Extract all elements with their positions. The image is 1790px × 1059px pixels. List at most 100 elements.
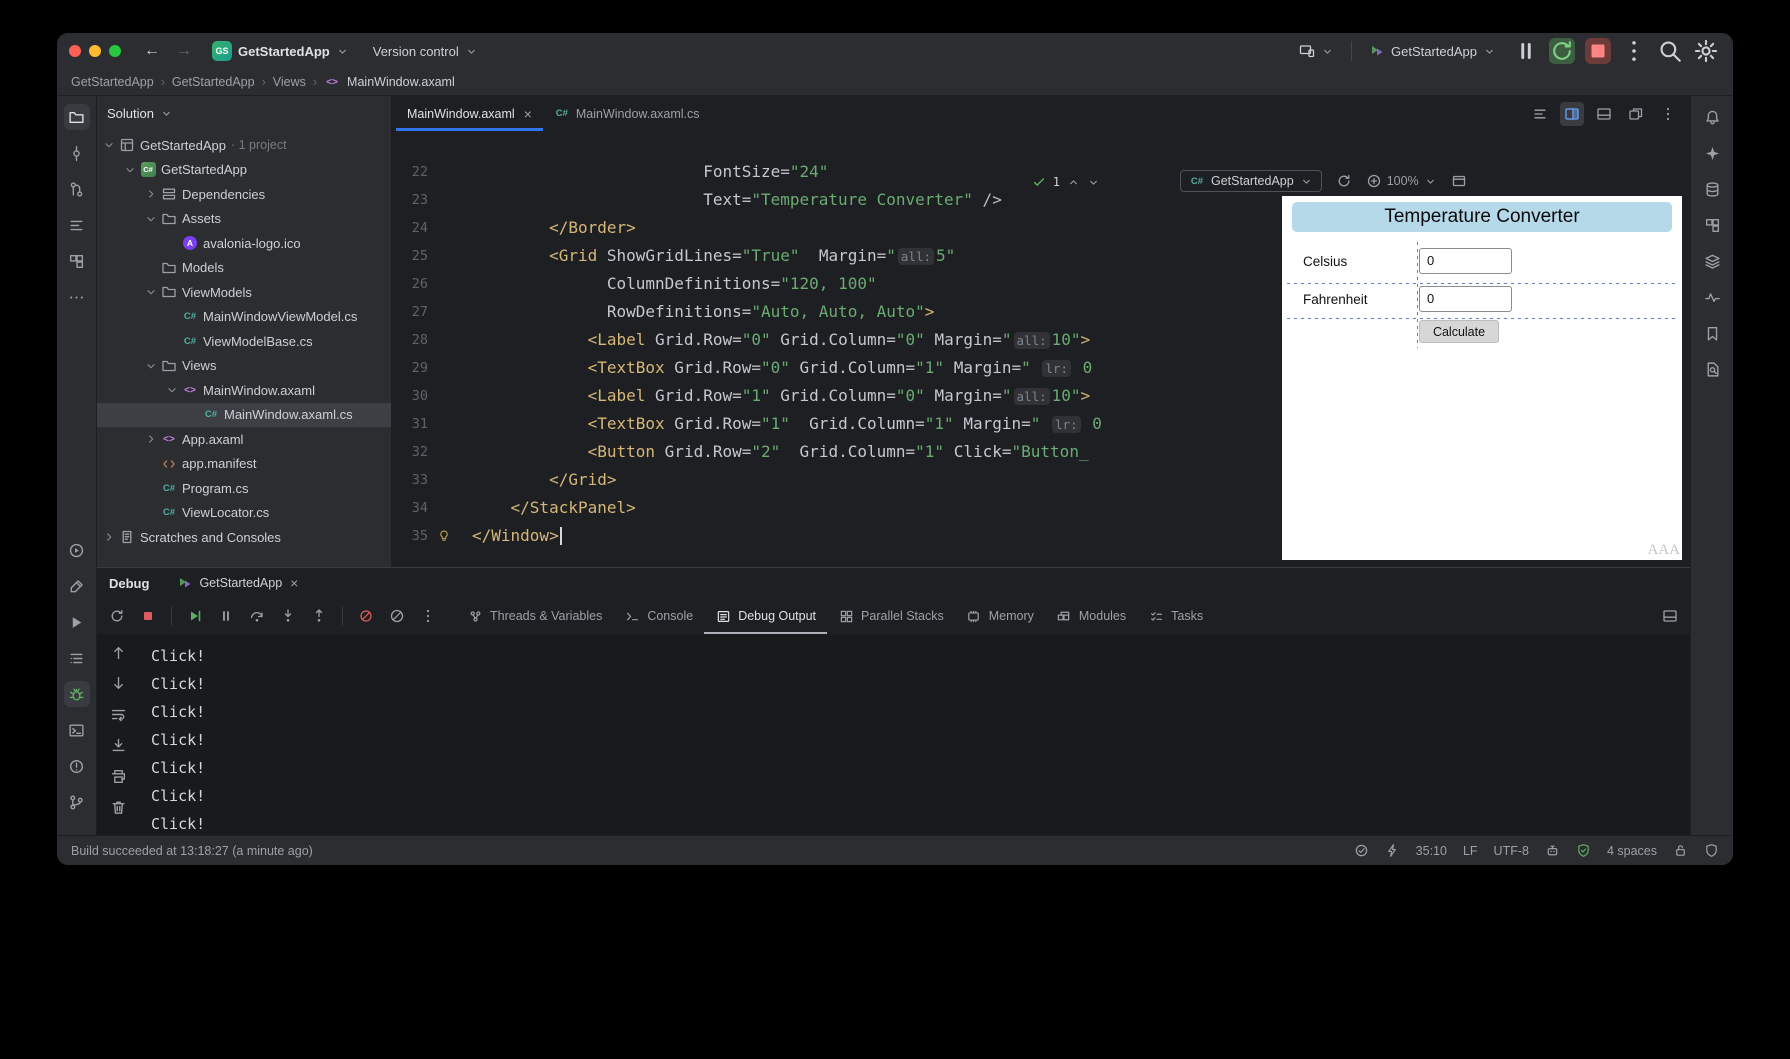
power-save-icon[interactable] <box>1385 843 1400 858</box>
profiler-icon[interactable] <box>1699 284 1725 310</box>
debug-tab[interactable]: Parallel Stacks <box>827 598 955 634</box>
chevron-down-icon[interactable] <box>101 137 117 153</box>
file-encoding[interactable]: UTF-8 <box>1494 844 1529 858</box>
pause-program-button[interactable] <box>1513 38 1539 64</box>
chevron-right-icon[interactable] <box>101 529 117 545</box>
line-number[interactable]: 23 <box>392 186 428 214</box>
caret-position[interactable]: 35:10 <box>1416 844 1447 858</box>
code-text[interactable]: ColumnDefinitions="120, 100" <box>458 270 877 298</box>
chevron-right-icon[interactable] <box>143 186 159 202</box>
code-text[interactable]: </StackPanel> <box>458 494 636 522</box>
tree-item[interactable]: C# ViewModelBase.cs <box>97 329 391 354</box>
tree-item[interactable]: Scratches and Consoles <box>97 525 391 550</box>
shield-icon[interactable] <box>1704 843 1719 858</box>
build-tool-icon[interactable] <box>64 573 90 599</box>
detach-editor-icon[interactable] <box>1624 102 1648 126</box>
refresh-preview-button[interactable] <box>1336 173 1352 189</box>
celsius-input[interactable]: 0 <box>1419 248 1512 274</box>
mute-breakpoints-button[interactable] <box>358 608 374 624</box>
back-button[interactable]: ← <box>141 42 163 60</box>
tree-item[interactable]: Aavalonia-logo.ico <box>97 231 391 256</box>
code-editor[interactable]: 22 FontSize="24" 23 Text="Temperature Con… <box>392 131 1110 567</box>
scroll-to-bottom-button[interactable] <box>110 675 127 692</box>
prev-problem-icon[interactable] <box>1067 176 1080 189</box>
code-text[interactable]: <Label Grid.Row="0" Grid.Column="0" Marg… <box>458 326 1090 354</box>
debug-tab[interactable]: Threads & Variables <box>456 598 613 634</box>
close-session-icon[interactable]: × <box>290 575 298 591</box>
intention-bulb-icon[interactable] <box>436 522 452 550</box>
line-number[interactable]: 25 <box>392 242 428 270</box>
breadcrumb-item[interactable]: Views <box>273 75 306 89</box>
code-text[interactable]: <TextBox Grid.Row="1" Grid.Column="1" Ma… <box>458 410 1102 438</box>
line-number[interactable]: 22 <box>392 158 428 186</box>
stop-button[interactable] <box>140 608 156 624</box>
soft-wrap-button[interactable] <box>110 706 127 723</box>
preview-config-selector[interactable]: C# GetStartedApp <box>1180 170 1322 192</box>
code-text[interactable]: </Grid> <box>458 466 616 494</box>
clear-console-button[interactable] <box>110 799 127 816</box>
tree-item[interactable]: C# MainWindowViewModel.cs <box>97 305 391 330</box>
resume-button[interactable] <box>187 608 203 624</box>
line-number[interactable]: 30 <box>392 382 428 410</box>
project-selector[interactable]: GS GetStartedApp <box>205 38 356 64</box>
line-number[interactable]: 33 <box>392 466 428 494</box>
chevron-down-icon[interactable] <box>164 382 180 398</box>
code-text[interactable]: </Border> <box>458 214 636 242</box>
documentation-icon[interactable] <box>1699 356 1725 382</box>
forward-button[interactable]: → <box>173 42 195 60</box>
commit-tool-icon[interactable] <box>64 140 90 166</box>
debug-tab[interactable]: Console <box>613 598 704 634</box>
settings-icon[interactable] <box>1693 38 1719 64</box>
fahrenheit-input[interactable]: 0 <box>1419 286 1512 312</box>
solution-panel-header[interactable]: Solution <box>97 96 391 131</box>
tree-item[interactable]: Dependencies <box>97 182 391 207</box>
tree-item[interactable]: C# ViewLocator.cs <box>97 501 391 526</box>
more-debug-actions-button[interactable] <box>420 608 436 624</box>
step-out-button[interactable] <box>311 608 327 624</box>
device-selector[interactable] <box>1292 40 1341 62</box>
line-number[interactable]: 29 <box>392 354 428 382</box>
split-editor-icon[interactable] <box>1560 101 1584 126</box>
code-text[interactable]: <Button Grid.Row="2" Grid.Column="1" Cli… <box>458 438 1089 466</box>
line-number[interactable]: 31 <box>392 410 428 438</box>
scroll-to-end-button[interactable] <box>110 737 127 754</box>
chevron-right-icon[interactable] <box>143 431 159 447</box>
close-window-button[interactable] <box>69 45 81 57</box>
nuget-tool-icon[interactable] <box>64 248 90 274</box>
code-text[interactable]: <Grid ShowGridLines="True" Margin=" all: 5… <box>458 242 955 270</box>
layout-settings-icon[interactable] <box>1662 608 1678 624</box>
copilot-icon[interactable] <box>1545 843 1560 858</box>
pull-requests-icon[interactable] <box>64 176 90 202</box>
dont-suspend-button[interactable] <box>389 608 405 624</box>
debug-panel-title[interactable]: Debug <box>109 576 149 591</box>
chevron-down-icon[interactable] <box>143 358 159 374</box>
print-output-button[interactable] <box>110 768 127 785</box>
project-tool-icon[interactable] <box>63 104 90 130</box>
bookmarks-icon[interactable] <box>1699 320 1725 346</box>
structure-tool-icon[interactable] <box>64 212 90 238</box>
build-tools-icon[interactable] <box>1699 212 1725 238</box>
chevron-down-icon[interactable] <box>143 211 159 227</box>
tree-item[interactable]: C# Program.cs <box>97 476 391 501</box>
layout-bottom-icon[interactable] <box>1592 102 1616 126</box>
line-number[interactable]: 34 <box>392 494 428 522</box>
code-text[interactable]: RowDefinitions="Auto, Auto, Auto"> <box>458 298 935 326</box>
more-actions-icon[interactable] <box>1621 38 1647 64</box>
chevron-down-icon[interactable] <box>143 284 159 300</box>
tree-item[interactable]: C# GetStartedApp <box>97 158 391 183</box>
lock-icon[interactable] <box>1673 843 1688 858</box>
tree-item[interactable]: C# MainWindow.axaml.cs <box>97 402 391 427</box>
tree-item[interactable]: app.manifest <box>97 452 391 477</box>
pause-button[interactable] <box>218 608 234 624</box>
tree-item[interactable]: Models <box>97 256 391 281</box>
breadcrumb-item[interactable]: MainWindow.axaml <box>347 75 455 89</box>
rerun-debugger-button[interactable] <box>109 608 125 624</box>
tree-item[interactable]: <> App.axaml <box>97 427 391 452</box>
tree-item[interactable]: GetStartedApp · 1 project <box>97 133 391 158</box>
build-status-message[interactable]: Build succeeded at 13:18:27 (a minute ag… <box>71 844 313 858</box>
search-everywhere-icon[interactable] <box>1657 38 1683 64</box>
next-problem-icon[interactable] <box>1087 176 1100 189</box>
rerun-debug-button[interactable] <box>1549 38 1575 64</box>
code-text[interactable]: FontSize="24" <box>458 158 828 186</box>
todo-tool-icon[interactable] <box>64 645 90 671</box>
